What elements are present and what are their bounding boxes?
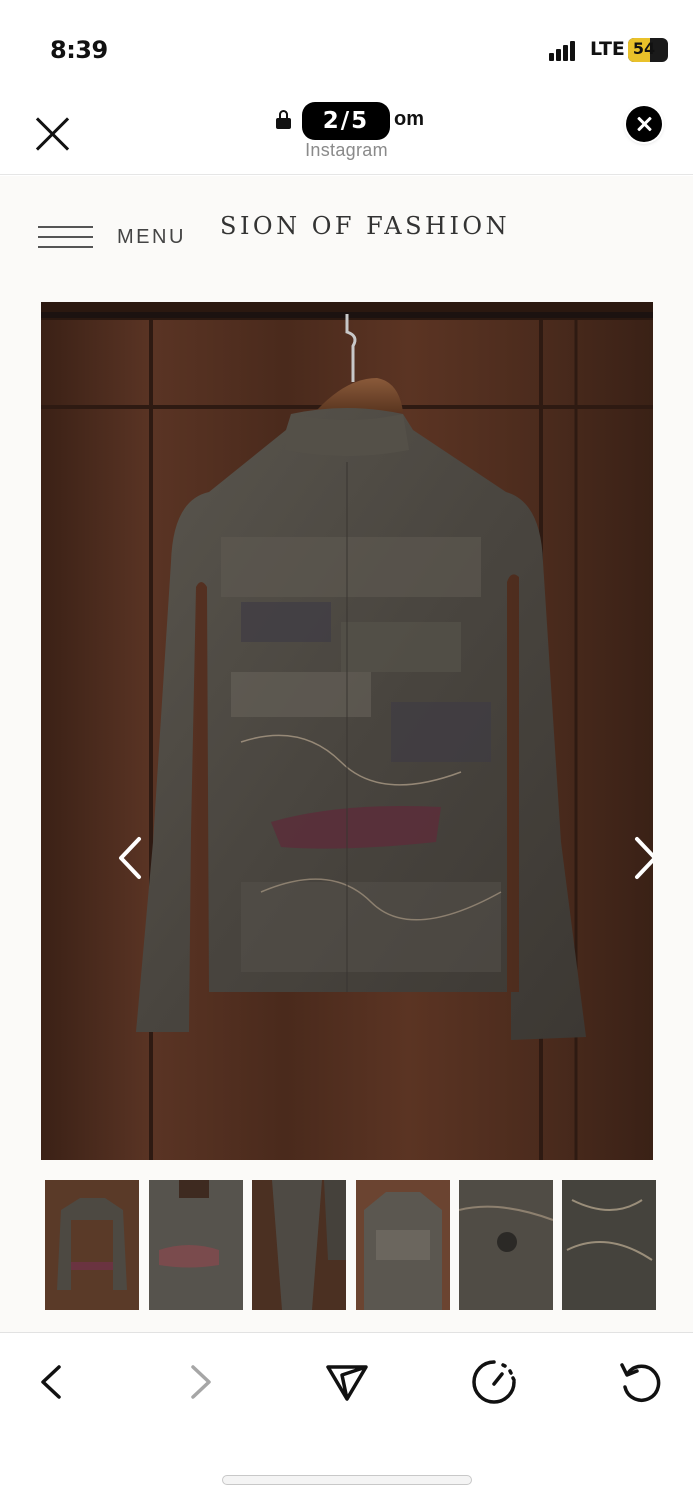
thumbnail-3[interactable] [252,1180,346,1310]
hamburger-menu-icon[interactable] [38,226,93,250]
battery-icon: 54 [628,38,668,62]
home-indicator[interactable] [222,1475,472,1485]
dismiss-button[interactable] [626,106,662,142]
thumbnail-5[interactable] [459,1180,553,1310]
forward-icon[interactable] [175,1357,225,1407]
network-label: LTE [590,38,625,60]
media-counter-badge: 2/5 [302,102,390,140]
share-icon[interactable] [322,1357,372,1407]
product-image[interactable] [41,302,653,1160]
back-icon[interactable] [27,1357,77,1407]
browser-toolbar [0,1332,693,1500]
lock-icon [276,110,291,129]
source-label: Instagram [305,140,388,160]
menu-label[interactable]: MENU [117,226,186,249]
thumbnail-strip [45,1180,656,1310]
thumbnail-6[interactable] [562,1180,656,1310]
battery-percentage: 54 [632,39,656,58]
browser-header: om 2/5 Instagram [0,90,693,175]
reload-icon[interactable] [616,1357,666,1407]
previous-image-arrow-icon[interactable] [111,833,151,883]
status-time: 8:39 [50,36,108,64]
cellular-signal-icon [549,41,579,61]
thumbnail-2[interactable] [149,1180,243,1310]
thumbnail-1[interactable] [45,1180,139,1310]
url-domain[interactable]: om [394,108,424,131]
timer-icon[interactable] [469,1357,519,1407]
website-content: MENU SION OF FASHION [0,176,693,1332]
brand-title[interactable]: SION OF FASHION [220,212,510,240]
shirt-illustration [41,302,653,1160]
thumbnail-4[interactable] [356,1180,450,1310]
next-image-arrow-icon[interactable] [625,833,653,883]
status-bar: 8:39 LTE 54 [0,0,693,90]
